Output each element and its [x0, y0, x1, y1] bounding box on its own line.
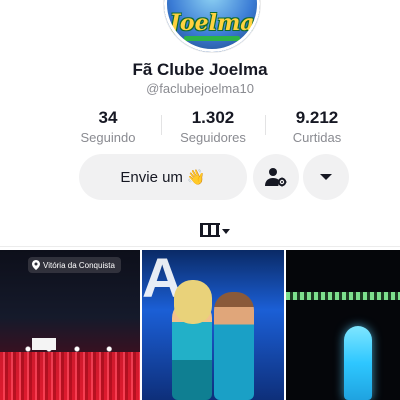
performer-hair	[174, 280, 212, 324]
stat-likes[interactable]: 9.212 Curtidas	[267, 108, 367, 145]
stats-divider	[265, 115, 266, 135]
video-grid: Vitória da Conquista A	[0, 250, 400, 400]
profile-username: @faclubejoelma10	[146, 81, 254, 96]
stat-likes-value: 9.212	[295, 108, 339, 127]
stage-structure	[32, 338, 56, 350]
stat-followers-value: 1.302	[191, 108, 235, 127]
caret-down-icon	[320, 174, 332, 180]
performer-figure	[214, 292, 254, 400]
location-tag-label: Vitória da Conquista	[43, 260, 115, 270]
tab-dropdown-caret-icon	[222, 229, 230, 234]
stat-following-label: Seguindo	[80, 130, 136, 145]
video-thumbnail[interactable]	[286, 250, 400, 400]
wave-emoji-icon: 👋	[186, 169, 206, 186]
stat-following[interactable]: 34 Seguindo	[58, 108, 158, 145]
tabs-divider	[0, 246, 400, 247]
send-message-button[interactable]: Envie um 👋	[79, 154, 247, 200]
videos-grid-icon[interactable]	[200, 220, 232, 242]
add-friend-button[interactable]	[253, 154, 299, 200]
more-options-button[interactable]	[303, 154, 349, 200]
profile-stats: 34 Seguindo 1.302 Seguidores 9.212 Curti…	[0, 108, 400, 145]
video-thumbnail[interactable]: A	[142, 250, 284, 400]
send-message-label: Envie um	[120, 168, 183, 186]
stat-followers[interactable]: 1.302 Seguidores	[163, 108, 263, 145]
location-tag[interactable]: Vitória da Conquista	[28, 257, 121, 273]
profile-tabs	[0, 216, 400, 247]
stats-divider	[161, 115, 162, 135]
video-thumbnail[interactable]: Vitória da Conquista	[0, 250, 140, 400]
location-pin-icon	[32, 260, 40, 270]
profile-avatar[interactable]: Joelma	[164, 0, 260, 52]
person-gear-icon	[265, 168, 287, 187]
stat-likes-label: Curtidas	[292, 130, 342, 145]
stat-following-value: 34	[98, 108, 118, 127]
grid-icon-bottom-line	[200, 235, 220, 237]
performer-figure	[344, 326, 372, 400]
avatar-ring	[164, 0, 260, 52]
crowd-image	[0, 352, 140, 400]
stage-light-strip	[286, 292, 400, 300]
profile-display-name: Fã Clube Joelma	[132, 60, 268, 79]
stat-followers-label: Seguidores	[180, 130, 246, 145]
